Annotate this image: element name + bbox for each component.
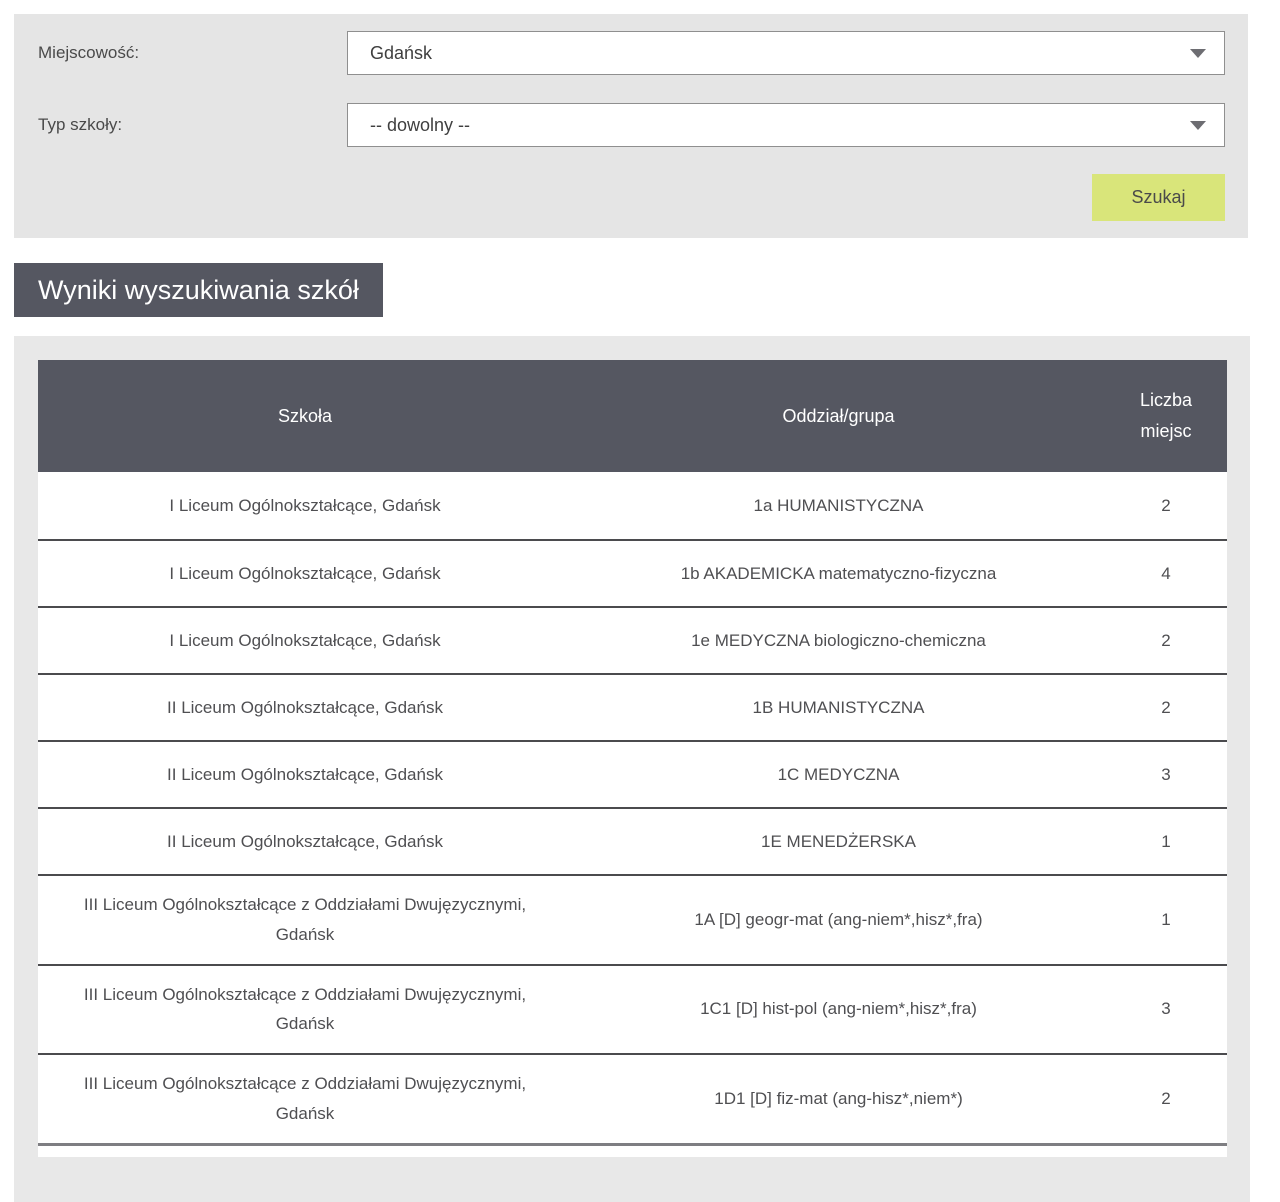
table-row: III Liceum Ogólnokształcące z Oddziałami… [38,1053,1227,1143]
places-cell: 2 [1105,608,1227,673]
results-title: Wyniki wyszukiwania szkół [14,263,383,317]
places-cell: 2 [1105,675,1227,740]
places-cell: 2 [1105,1055,1227,1143]
table-row: II Liceum Ogólnokształcące, Gdańsk 1B HU… [38,673,1227,740]
table-body: I Liceum Ogólnokształcące, Gdańsk 1a HUM… [38,472,1227,1143]
group-cell: 1D1 [D] fiz-mat (ang-hisz*,niem*) [572,1055,1105,1143]
school-cell: I Liceum Ogólnokształcące, Gdańsk [38,472,572,539]
group-cell: 1e MEDYCZNA biologiczno-chemiczna [572,608,1105,673]
table-row: I Liceum Ogólnokształcące, Gdańsk 1b AKA… [38,539,1227,606]
school-cell: II Liceum Ogólnokształcące, Gdańsk [38,742,572,807]
school-cell: III Liceum Ogólnokształcące z Oddziałami… [38,876,572,964]
school-cell: II Liceum Ogólnokształcące, Gdańsk [38,675,572,740]
table-row: II Liceum Ogólnokształcące, Gdańsk 1C ME… [38,740,1227,807]
group-cell: 1A [D] geogr-mat (ang-niem*,hisz*,fra) [572,876,1105,964]
school-type-select[interactable]: -- dowolny -- [347,103,1225,147]
school-cell: III Liceum Ogólnokształcące z Oddziałami… [38,966,572,1054]
group-cell: 1b AKADEMICKA matematyczno-fizyczna [572,541,1105,606]
table-row: I Liceum Ogólnokształcące, Gdańsk 1e MED… [38,606,1227,673]
city-label: Miejscowość: [38,31,139,75]
table-row-partial [38,1143,1227,1157]
table-row: II Liceum Ogólnokształcące, Gdańsk 1E ME… [38,807,1227,874]
column-header-places: Liczba miejsc [1105,360,1227,472]
table-row: I Liceum Ogólnokształcące, Gdańsk 1a HUM… [38,472,1227,539]
school-search-form: Miejscowość: Gdańsk Typ szkoły: -- dowol… [14,14,1248,238]
school-type-label: Typ szkoły: [38,103,122,147]
group-cell: 1C1 [D] hist-pol (ang-niem*,hisz*,fra) [572,966,1105,1054]
group-cell: 1E MENEDŻERSKA [572,809,1105,874]
table-header-row: Szkoła Oddział/grupa Liczba miejsc [38,360,1227,472]
places-cell: 3 [1105,966,1227,1054]
search-button[interactable]: Szukaj [1092,174,1225,221]
column-header-group: Oddział/grupa [572,360,1105,472]
group-cell: 1C MEDYCZNA [572,742,1105,807]
city-select-value: Gdańsk [348,43,432,64]
school-cell: I Liceum Ogólnokształcące, Gdańsk [38,541,572,606]
chevron-down-icon [1190,49,1206,58]
chevron-down-icon [1190,121,1206,130]
school-type-select-value: -- dowolny -- [348,115,470,136]
column-header-school: Szkoła [38,360,572,472]
places-cell: 2 [1105,472,1227,539]
table-row: III Liceum Ogólnokształcące z Oddziałami… [38,964,1227,1054]
city-select[interactable]: Gdańsk [347,31,1225,75]
group-cell: 1a HUMANISTYCZNA [572,472,1105,539]
places-cell: 1 [1105,876,1227,964]
places-cell: 4 [1105,541,1227,606]
places-cell: 1 [1105,809,1227,874]
group-cell: 1B HUMANISTYCZNA [572,675,1105,740]
table-row: III Liceum Ogólnokształcące z Oddziałami… [38,874,1227,964]
places-cell: 3 [1105,742,1227,807]
school-cell: I Liceum Ogólnokształcące, Gdańsk [38,608,572,673]
school-cell: II Liceum Ogólnokształcące, Gdańsk [38,809,572,874]
school-cell: III Liceum Ogólnokształcące z Oddziałami… [38,1055,572,1143]
results-panel: Szkoła Oddział/grupa Liczba miejsc I Lic… [14,336,1250,1202]
results-table: Szkoła Oddział/grupa Liczba miejsc I Lic… [38,360,1227,1157]
